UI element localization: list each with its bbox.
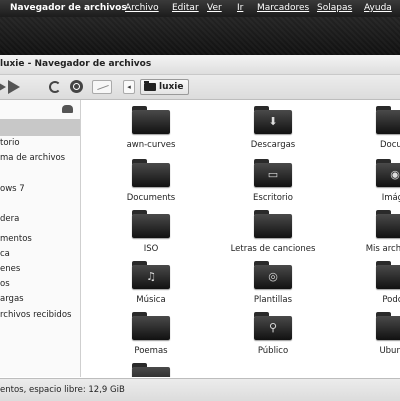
download-folder-icon: ⬇ xyxy=(254,106,292,134)
desktop-folder-icon: ▭ xyxy=(254,159,292,187)
sidebar-item[interactable]: ma de archivos xyxy=(0,153,65,163)
menu-editar[interactable]: Editar xyxy=(172,3,199,13)
menu-ayuda[interactable]: Ayuda xyxy=(364,3,392,13)
plain-folder-icon xyxy=(132,106,170,134)
folder-name: Letras de canciones xyxy=(230,244,316,254)
folder-name: Podca xyxy=(382,295,400,305)
status-text: entos, espacio libre: 12,9 GiB xyxy=(0,385,125,395)
folder-name: awn-curves xyxy=(126,140,176,150)
folder-item[interactable]: Ubuntu xyxy=(330,306,400,358)
sidebar-item[interactable]: ca xyxy=(0,249,10,259)
folder-item[interactable]: Letras de canciones xyxy=(208,204,338,256)
folder-item[interactable]: ⚲ Público xyxy=(208,306,338,358)
folder-item[interactable]: Mis archivos r xyxy=(330,204,400,256)
top-panel: Navegador de archivos Archivo Editar Ver… xyxy=(0,0,400,17)
sidebar-item[interactable]: enes xyxy=(0,264,20,274)
zoom-icon[interactable] xyxy=(70,80,83,93)
plain-folder-icon xyxy=(132,159,170,187)
folder-item[interactable]: awn-curves xyxy=(86,100,216,152)
camera-folder-icon: ◉ xyxy=(376,159,400,187)
folder-name: Imáge xyxy=(381,193,400,203)
plain-folder-icon xyxy=(132,312,170,340)
edit-location-button[interactable] xyxy=(92,80,112,94)
folder-icon xyxy=(144,81,156,91)
folder-item[interactable]: ISO xyxy=(86,204,216,256)
sidebar-item[interactable]: rchivos recibidos xyxy=(0,310,71,320)
desktop-background xyxy=(0,17,400,55)
sidebar-item[interactable]: dera xyxy=(0,214,19,224)
plain-folder-icon xyxy=(376,312,400,340)
window-title: luxie - Navegador de archivos xyxy=(0,59,152,69)
public-folder-icon: ⚲ xyxy=(254,312,292,340)
sidebar-item[interactable]: mentos xyxy=(0,234,32,244)
sidebar-item[interactable]: argas xyxy=(0,294,24,304)
folder-name: Documents xyxy=(126,193,176,203)
menu-ir[interactable]: Ir xyxy=(237,3,243,13)
breadcrumb-left-button[interactable]: ◂ xyxy=(123,80,135,94)
menu-ver[interactable]: Ver xyxy=(207,3,222,13)
eject-icon[interactable] xyxy=(62,105,73,113)
folder-name: Escritorio xyxy=(253,193,293,203)
plain-folder-icon xyxy=(132,210,170,238)
sidebar-item[interactable]: os xyxy=(0,279,10,289)
folder-item[interactable]: Poemas xyxy=(86,306,216,358)
folder-item[interactable]: Podca xyxy=(330,255,400,307)
sidebar: torio ma de archivos ows 7 dera mentos c… xyxy=(0,100,81,377)
forward-button[interactable] xyxy=(2,76,26,96)
network-folder-icon: ☁ xyxy=(132,363,170,377)
plain-folder-icon xyxy=(376,210,400,238)
folder-item[interactable]: ◉ Imáge xyxy=(330,153,400,205)
app-name[interactable]: Navegador de archivos xyxy=(10,3,127,13)
breadcrumb-label: luxie xyxy=(159,82,184,92)
plain-folder-icon xyxy=(254,210,292,238)
sidebar-selected-row[interactable] xyxy=(0,119,80,136)
folder-name: ISO xyxy=(143,244,159,254)
menu-solapas[interactable]: Solapas xyxy=(317,3,352,13)
folder-name: Público xyxy=(257,346,289,356)
folder-name: Música xyxy=(136,295,166,305)
folder-name: Poemas xyxy=(134,346,168,356)
menu-marcadores[interactable]: Marcadores xyxy=(257,3,309,13)
sidebar-item[interactable]: ows 7 xyxy=(0,184,25,194)
forward-arrow-icon xyxy=(8,80,20,94)
breadcrumb-luxie[interactable]: luxie xyxy=(140,79,189,95)
folder-name: Ubuntu xyxy=(379,346,400,356)
folder-name: Mis archivos r xyxy=(365,244,400,254)
menu-archivo[interactable]: Archivo xyxy=(125,3,159,13)
sidebar-item[interactable]: torio xyxy=(0,138,20,148)
sidebar-header xyxy=(0,100,80,118)
music-folder-icon: ♫ xyxy=(132,261,170,289)
status-bar: entos, espacio libre: 12,9 GiB xyxy=(0,378,400,401)
folder-item[interactable]: Docum xyxy=(330,100,400,152)
plain-folder-icon xyxy=(376,261,400,289)
folder-name: Plantillas xyxy=(253,295,293,305)
folder-name: Docum xyxy=(379,140,400,150)
folder-item[interactable]: ☁ xyxy=(86,357,216,377)
folder-item[interactable]: ▭ Escritorio xyxy=(208,153,338,205)
folder-item[interactable]: ♫ Música xyxy=(86,255,216,307)
file-view: awn-curves ⬇ Descargas Docum Documents ▭… xyxy=(81,100,400,377)
reload-icon[interactable] xyxy=(49,81,61,93)
folder-name: Descargas xyxy=(250,140,296,150)
plain-folder-icon xyxy=(376,106,400,134)
folder-item[interactable]: ⬇ Descargas xyxy=(208,100,338,152)
folder-item[interactable]: Documents xyxy=(86,153,216,205)
templates-folder-icon: ◎ xyxy=(254,261,292,289)
toolbar: ◂ luxie xyxy=(0,75,400,100)
window-titlebar[interactable]: luxie - Navegador de archivos xyxy=(0,55,400,75)
folder-item[interactable]: ◎ Plantillas xyxy=(208,255,338,307)
